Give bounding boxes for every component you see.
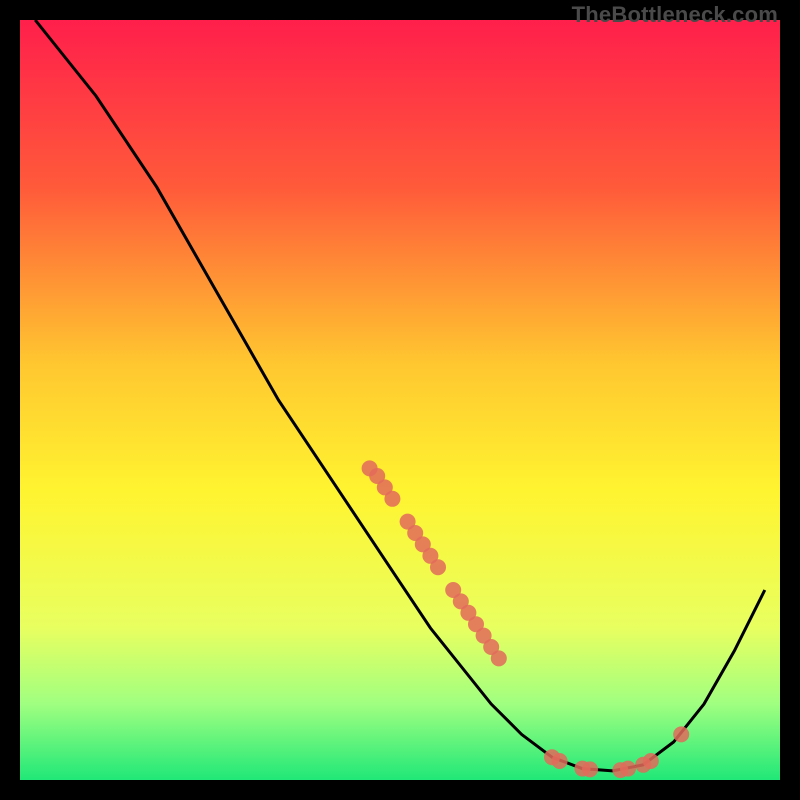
- watermark-text: TheBottleneck.com: [572, 2, 778, 28]
- data-point: [582, 761, 598, 777]
- data-point: [620, 761, 636, 777]
- heatmap-background: [20, 20, 780, 780]
- data-point: [552, 753, 568, 769]
- data-point: [643, 753, 659, 769]
- data-point: [491, 650, 507, 666]
- bottleneck-curve-chart: [20, 20, 780, 780]
- data-point: [673, 726, 689, 742]
- chart-frame: [20, 20, 780, 780]
- data-point: [384, 491, 400, 507]
- data-point: [430, 559, 446, 575]
